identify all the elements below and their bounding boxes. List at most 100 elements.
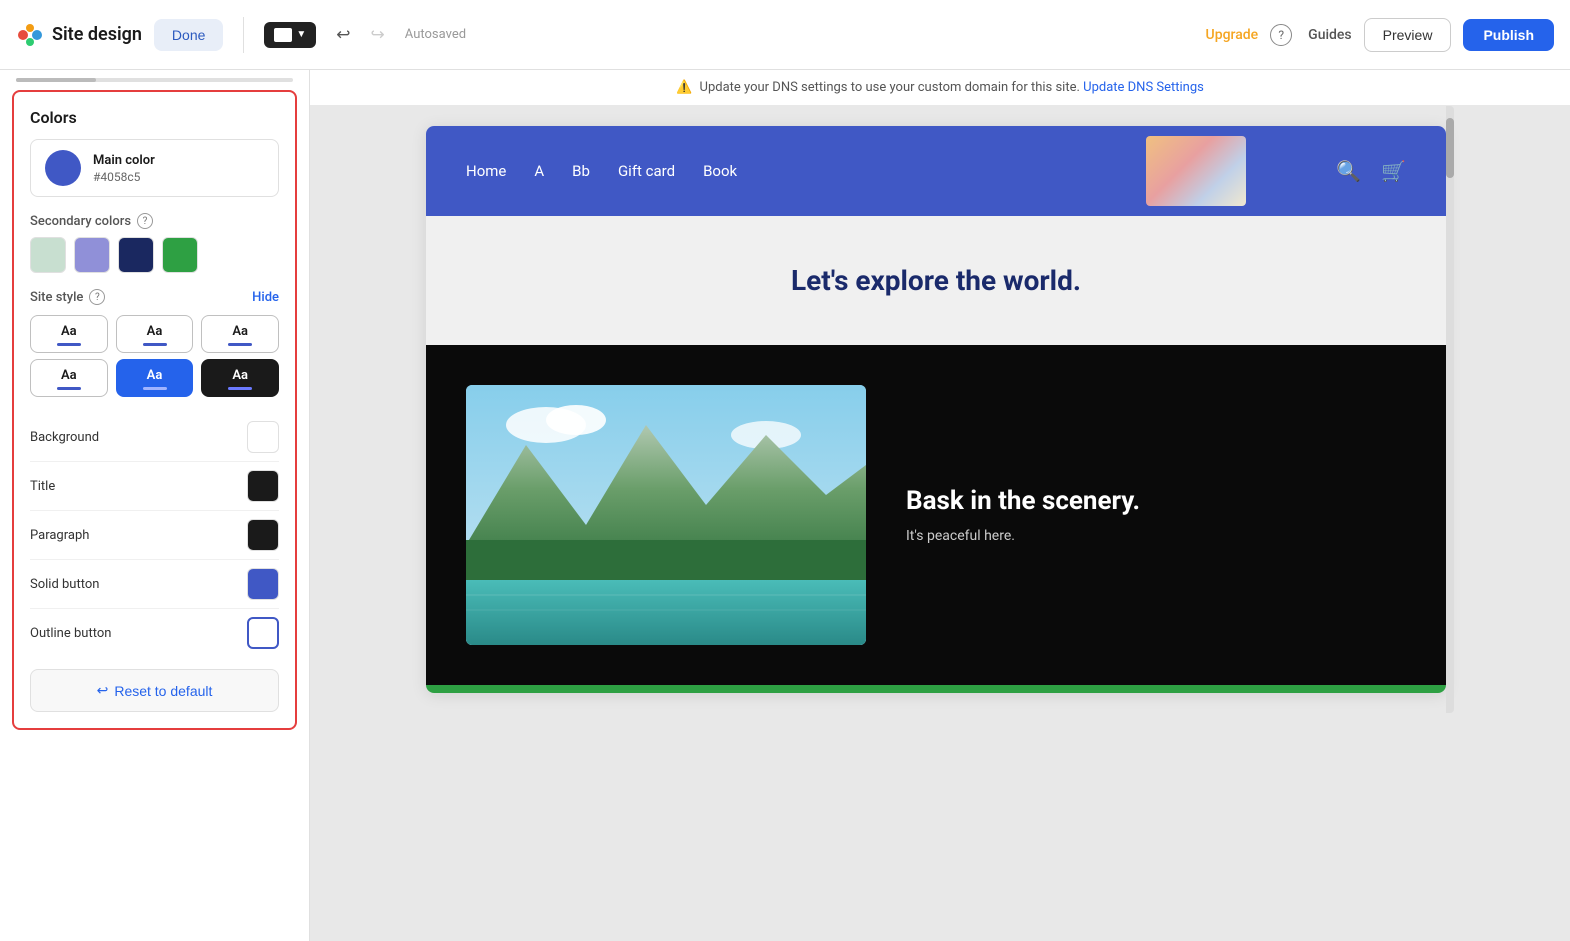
mountain-lake-svg [466,385,866,645]
secondary-swatches [30,237,279,273]
logo-icon [16,21,44,49]
style-option-2[interactable]: Aa [116,315,194,353]
reset-to-default-button[interactable]: ↩ Reset to default [30,669,279,712]
color-setting-paragraph: Paragraph [30,511,279,560]
secondary-colors-help-icon[interactable]: ? [137,213,153,229]
main-color-selector[interactable]: Main color #4058c5 [30,139,279,197]
scrollbar-thumb [16,78,96,82]
site-dark-image [466,385,866,645]
search-icon[interactable]: 🔍 [1336,159,1361,183]
dark-section-heading: Bask in the scenery. [906,486,1140,516]
solid-button-swatch[interactable] [247,568,279,600]
site-header-icons: 🔍 🛒 [1336,159,1406,183]
redo-button[interactable]: ↪ [363,19,393,51]
device-selector-button[interactable]: ▼ [264,22,316,48]
style-option-3-text: Aa [232,324,248,339]
canvas-area: ⚠️ Update your DNS settings to use your … [310,70,1570,941]
style-row-2: Aa Aa Aa [30,359,279,397]
site-style-help-icon[interactable]: ? [89,289,105,305]
secondary-swatch-2[interactable] [74,237,110,273]
dns-settings-link[interactable]: Update DNS Settings [1083,80,1204,95]
site-dark-section: Bask in the scenery. It's peaceful here. [426,345,1446,685]
secondary-swatch-3[interactable] [118,237,154,273]
nav-a[interactable]: A [534,162,544,180]
paragraph-label: Paragraph [30,528,89,543]
nav-bb[interactable]: Bb [572,162,590,180]
done-button[interactable]: Done [154,19,223,51]
dns-banner-message: Update your DNS settings to use your cus… [700,80,1080,95]
secondary-colors-header: Secondary colors ? [30,213,279,229]
guides-link[interactable]: Guides [1308,27,1351,43]
reset-icon: ↩ [97,682,109,699]
hero-heading: Let's explore the world. [466,264,1406,297]
dark-section-subtext: It's peaceful here. [906,528,1140,544]
colors-panel-title: Colors [30,108,279,127]
main-color-swatch [45,150,81,186]
preview-button[interactable]: Preview [1364,18,1452,52]
color-setting-outline-button: Outline button [30,609,279,657]
style-option-5[interactable]: Aa [116,359,194,397]
style-option-3[interactable]: Aa [201,315,279,353]
toolbar-divider [243,17,244,53]
scrollbar-track [16,78,293,82]
style-option-1-line [57,343,81,346]
preview-scroll-thumb[interactable] [1446,118,1454,178]
main-layout: Colors Main color #4058c5 Secondary colo… [0,70,1570,941]
background-label: Background [30,430,99,445]
undo-button[interactable]: ↩ [328,19,358,51]
site-style-left: Site style ? [30,289,105,305]
outline-button-label: Outline button [30,626,111,641]
panel-scrollbar [0,70,309,82]
nav-home[interactable]: Home [466,162,506,180]
dns-warning-icon: ⚠️ [676,80,692,95]
secondary-swatch-1[interactable] [30,237,66,273]
site-preview-wrapper: Home A Bb Gift card Book 🔍 🛒 [426,106,1454,713]
site-style-hide-button[interactable]: Hide [252,290,279,305]
site-style-label: Site style [30,290,83,305]
style-option-4-text: Aa [61,368,77,383]
style-option-5-line [143,387,167,390]
site-logo-image [1146,136,1246,206]
dns-banner: ⚠️ Update your DNS settings to use your … [310,70,1570,106]
solid-button-label: Solid button [30,577,99,592]
style-option-6-text: Aa [232,368,248,383]
left-panel: Colors Main color #4058c5 Secondary colo… [0,70,310,941]
site-logo-image-inner [1146,136,1246,206]
undo-redo-group: ↩ ↪ [328,19,393,51]
background-swatch[interactable] [247,421,279,453]
style-option-5-text: Aa [147,368,163,383]
title-swatch[interactable] [247,470,279,502]
cart-icon[interactable]: 🛒 [1381,159,1406,183]
app-logo: Site design [16,21,142,49]
style-row-1: Aa Aa Aa [30,315,279,353]
secondary-colors-label: Secondary colors [30,214,131,229]
style-option-6[interactable]: Aa [201,359,279,397]
reset-label: Reset to default [114,683,212,699]
publish-button[interactable]: Publish [1463,19,1554,51]
style-option-3-line [228,343,252,346]
site-style-header: Site style ? Hide [30,289,279,305]
secondary-swatch-4[interactable] [162,237,198,273]
style-options: Aa Aa Aa Aa [30,315,279,397]
nav-book[interactable]: Book [703,162,737,180]
outline-button-swatch[interactable] [247,617,279,649]
style-option-1-text: Aa [61,324,77,339]
style-option-2-text: Aa [147,324,163,339]
site-header: Home A Bb Gift card Book 🔍 🛒 [426,126,1446,216]
main-color-info: Main color #4058c5 [93,153,155,184]
site-green-bar [426,685,1446,693]
style-option-6-line [228,387,252,390]
style-option-4[interactable]: Aa [30,359,108,397]
nav-gift-card[interactable]: Gift card [618,162,675,180]
colors-panel: Colors Main color #4058c5 Secondary colo… [12,90,297,730]
upgrade-link[interactable]: Upgrade [1206,27,1259,43]
toolbar: Site design Done ▼ ↩ ↪ Autosaved Upgrade… [0,0,1570,70]
preview-scroll-track [1446,106,1454,713]
style-option-2-line [143,343,167,346]
style-option-1[interactable]: Aa [30,315,108,353]
main-color-hex: #4058c5 [93,170,155,184]
main-color-label: Main color [93,153,155,168]
help-icon[interactable]: ? [1270,24,1292,46]
paragraph-swatch[interactable] [247,519,279,551]
device-dropdown-arrow: ▼ [296,29,306,40]
